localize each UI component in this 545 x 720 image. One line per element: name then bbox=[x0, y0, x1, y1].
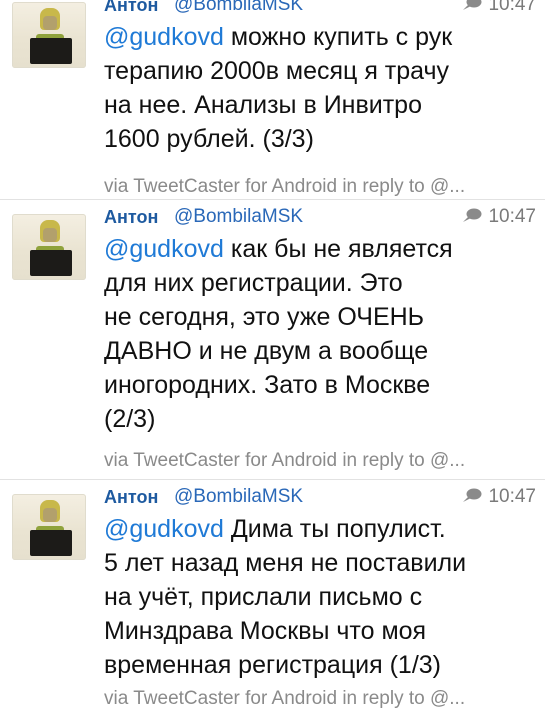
mention-link[interactable]: @gudkovd bbox=[104, 235, 224, 263]
tweet-header: Антон @BombilaMSK 10:47 bbox=[104, 204, 536, 230]
tweet-time: 10:47 bbox=[462, 204, 536, 230]
conversation-bubble-icon bbox=[463, 208, 482, 222]
time-label: 10:47 bbox=[488, 486, 536, 507]
author-name[interactable]: Антон bbox=[104, 484, 158, 510]
author-name[interactable]: Антон bbox=[104, 204, 158, 230]
avatar[interactable] bbox=[12, 2, 86, 68]
avatar[interactable] bbox=[12, 494, 86, 560]
tweet-header: Антон @BombilaMSK 10:47 bbox=[104, 484, 536, 510]
conversation-bubble-icon bbox=[463, 0, 482, 10]
tweet-item[interactable]: Антон @BombilaMSK 10:47 @gudkovd Дима ты… bbox=[0, 480, 545, 720]
tweet-source: via TweetCaster for Android in reply to … bbox=[104, 450, 466, 471]
author-handle[interactable]: @BombilaMSK bbox=[174, 484, 303, 510]
avatar[interactable] bbox=[12, 214, 86, 280]
tweet-time: 10:47 bbox=[462, 484, 536, 510]
tweet-source: via TweetCaster for Android in reply to … bbox=[104, 688, 466, 709]
mention-link[interactable]: @gudkovd bbox=[104, 515, 224, 543]
tweet-message: как бы не является для них регистрации. … bbox=[104, 235, 453, 433]
tweet-source: via TweetCaster for Android in reply to … bbox=[104, 176, 466, 197]
tweet-time: 10:47 bbox=[462, 0, 536, 18]
author-handle[interactable]: @BombilaMSK bbox=[174, 0, 303, 18]
tweet-text: @gudkovd можно купить с рук терапию 2000… bbox=[104, 20, 544, 156]
time-label: 10:47 bbox=[488, 0, 536, 15]
mention-link[interactable]: @gudkovd bbox=[104, 23, 224, 51]
tweet-item[interactable]: Антон @BombilaMSK 10:47 @gudkovd как бы … bbox=[0, 200, 545, 480]
tweet-text: @gudkovd как бы не является для них реги… bbox=[104, 232, 544, 436]
author-name[interactable]: Антон bbox=[104, 0, 158, 18]
tweet-text: @gudkovd Дима ты популист. 5 лет назад м… bbox=[104, 512, 544, 682]
tweet-header: Антон @BombilaMSK 10:47 bbox=[104, 0, 536, 18]
timeline[interactable]: Антон @BombilaMSK 10:47 @gudkovd можно к… bbox=[0, 0, 545, 720]
time-label: 10:47 bbox=[488, 206, 536, 227]
conversation-bubble-icon bbox=[463, 488, 482, 502]
author-handle[interactable]: @BombilaMSK bbox=[174, 204, 303, 230]
tweet-item[interactable]: Антон @BombilaMSK 10:47 @gudkovd можно к… bbox=[0, 0, 545, 200]
